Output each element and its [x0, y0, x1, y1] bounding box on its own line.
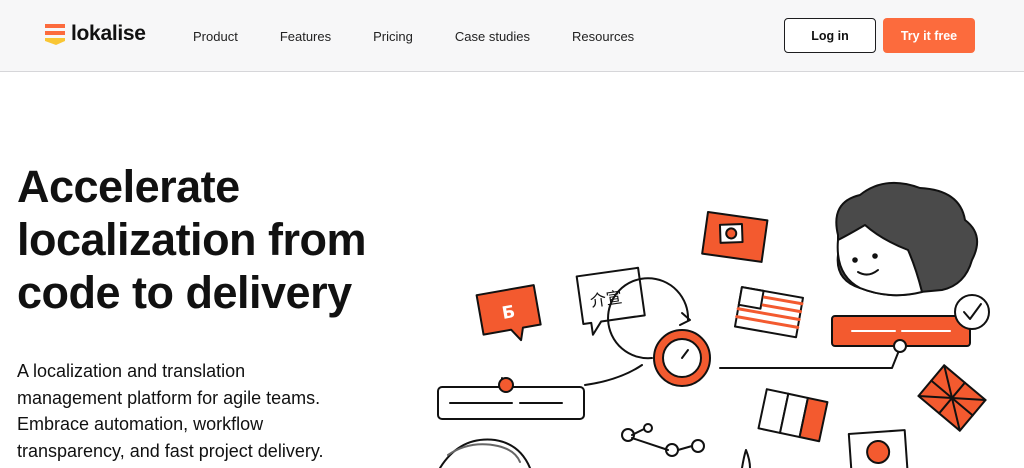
hero-subtitle-line: transparency, and fast project delivery. — [17, 440, 324, 461]
hero-title-line: localization from — [17, 214, 367, 265]
nav-item-resources[interactable]: Resources — [572, 29, 634, 44]
second-person-partial-icon — [439, 438, 531, 468]
hero-subtitle: A localization and translation managemen… — [17, 358, 377, 464]
japan-flag-icon — [847, 429, 909, 468]
login-button[interactable]: Log in — [784, 18, 876, 53]
hero-title-line: Accelerate — [17, 161, 240, 212]
lokalise-logo-icon — [45, 24, 65, 45]
hero-subtitle-line: A localization and translation — [17, 361, 246, 381]
nav-item-pricing[interactable]: Pricing — [373, 29, 413, 44]
lokalise-logo[interactable]: lokalise — [44, 22, 146, 46]
node-graph-icon — [621, 423, 705, 457]
translated-string-bar-icon — [831, 315, 971, 353]
cyrillic-bubble-icon: Б — [475, 284, 542, 342]
hero-subtitle-line: Embrace automation, workflow — [17, 414, 264, 434]
nav-item-case-studies[interactable]: Case studies — [455, 29, 530, 44]
hero-title-line: code to delivery — [17, 267, 352, 318]
nav-item-features[interactable]: Features — [280, 29, 331, 44]
try-it-free-button[interactable]: Try it free — [883, 18, 975, 53]
us-flag-icon — [733, 286, 804, 339]
hero-illustration: Б 介宣 — [437, 181, 990, 468]
hero-title: Accelerate localization from code to del… — [17, 160, 437, 319]
checkmark-badge-icon — [954, 294, 990, 330]
flag-card-icon — [701, 210, 769, 263]
hero-subtitle-line: management platform for agile teams. — [17, 387, 321, 408]
brand-name: lokalise — [71, 22, 146, 45]
uk-flag-icon — [917, 364, 987, 432]
string-bar-icon — [437, 377, 585, 420]
italian-flag-icon — [757, 388, 829, 443]
person-avatar-icon — [835, 181, 979, 297]
drop-icon — [741, 449, 751, 468]
main-nav: Product Features Pricing Case studies Re… — [193, 0, 634, 72]
nav-item-product[interactable]: Product — [193, 29, 238, 44]
top-navigation-bar: lokalise Product Features Pricing Case s… — [0, 0, 1024, 72]
